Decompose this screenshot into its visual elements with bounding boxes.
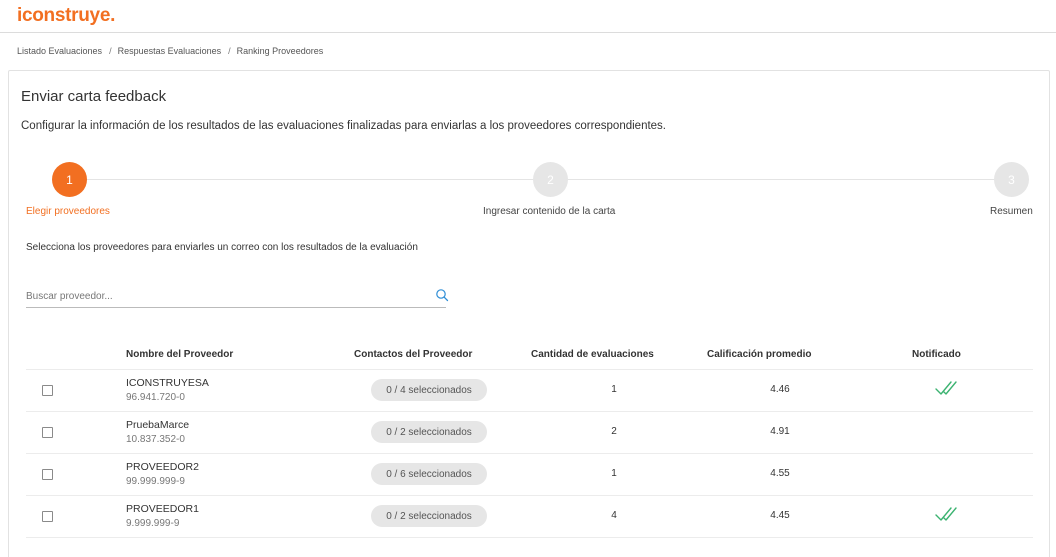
breadcrumb: Listado Evaluaciones / Respuestas Evaluaci… xyxy=(17,46,326,56)
row-checkbox[interactable] xyxy=(42,385,53,396)
step-2-circle[interactable]: 2 xyxy=(533,162,568,197)
double-check-icon xyxy=(935,507,957,521)
row-checkbox[interactable] xyxy=(42,469,53,480)
provider-name: PROVEEDOR1 xyxy=(126,503,199,515)
header-notified[interactable]: Notificado xyxy=(912,349,961,360)
average-rating: 4.55 xyxy=(770,468,790,479)
header-provider-contacts[interactable]: Contactos del Proveedor xyxy=(354,349,472,360)
table-row: PruebaMarce 10.837.352-0 0 / 2 seleccion… xyxy=(26,411,1033,453)
evaluations-count: 1 xyxy=(611,468,617,479)
row-checkbox[interactable] xyxy=(42,427,53,438)
evaluations-count: 4 xyxy=(611,510,617,521)
average-rating: 4.45 xyxy=(770,510,790,521)
breadcrumb-separator: / xyxy=(228,46,231,56)
breadcrumb-item-ranking[interactable]: Ranking Proveedores xyxy=(237,46,324,56)
table-row: ICONSTRUYESA 96.941.720-0 0 / 4 seleccio… xyxy=(26,369,1033,411)
iconstruye-logo[interactable]: iconstruye. xyxy=(17,5,115,27)
contacts-selector[interactable]: 0 / 6 seleccionados xyxy=(371,463,487,485)
provider-rut: 96.941.720-0 xyxy=(126,392,185,403)
page-title: Enviar carta feedback xyxy=(21,88,167,105)
evaluations-count: 2 xyxy=(611,426,617,437)
search-icon[interactable] xyxy=(435,288,449,302)
breadcrumb-separator: / xyxy=(109,46,112,56)
table-row: PROVEEDOR1 9.999.999-9 0 / 2 seleccionad… xyxy=(26,495,1033,537)
contacts-selector[interactable]: 0 / 2 seleccionados xyxy=(371,421,487,443)
contacts-selector[interactable]: 0 / 2 seleccionados xyxy=(371,505,487,527)
step-3-label: Resumen xyxy=(990,206,1033,217)
page-subtitle: Configurar la información de los resulta… xyxy=(21,120,667,132)
provider-name: PROVEEDOR2 xyxy=(126,461,199,473)
feedback-card: Enviar carta feedback Configurar la info… xyxy=(8,70,1050,557)
provider-name: PruebaMarce xyxy=(126,419,190,431)
header-provider-name[interactable]: Nombre del Proveedor xyxy=(126,349,233,360)
breadcrumb-item-respuestas[interactable]: Respuestas Evaluaciones xyxy=(118,46,222,56)
header-average-rating[interactable]: Calificación promedio xyxy=(707,349,811,360)
step-3-circle[interactable]: 3 xyxy=(994,162,1029,197)
step-1-label: Elegir proveedores xyxy=(26,206,110,217)
provider-rut: 9.999.999-9 xyxy=(126,518,180,529)
contacts-selector[interactable]: 0 / 4 seleccionados xyxy=(371,379,487,401)
provider-rut: 10.837.352-0 xyxy=(126,434,185,445)
step-1-circle[interactable]: 1 xyxy=(52,162,87,197)
average-rating: 4.46 xyxy=(770,384,790,395)
average-rating: 4.91 xyxy=(770,426,790,437)
breadcrumb-item-listado[interactable]: Listado Evaluaciones xyxy=(17,46,102,56)
double-check-icon xyxy=(935,381,957,395)
table-row: PROVEEDOR2 99.999.999-9 0 / 6 selecciona… xyxy=(26,453,1033,495)
step-2-label: Ingresar contenido de la carta xyxy=(483,206,616,217)
table-bottom-border xyxy=(26,537,1033,538)
search-input[interactable] xyxy=(26,286,406,302)
provider-name: ICONSTRUYESA xyxy=(126,377,209,389)
evaluations-count: 1 xyxy=(611,384,617,395)
row-checkbox[interactable] xyxy=(42,511,53,522)
header-evaluations-count[interactable]: Cantidad de evaluaciones xyxy=(531,349,654,360)
provider-rut: 99.999.999-9 xyxy=(126,476,185,487)
search-field xyxy=(26,286,449,308)
instruction-text: Selecciona los proveedores para enviarle… xyxy=(26,242,418,253)
top-bar: iconstruye. xyxy=(0,0,1056,33)
